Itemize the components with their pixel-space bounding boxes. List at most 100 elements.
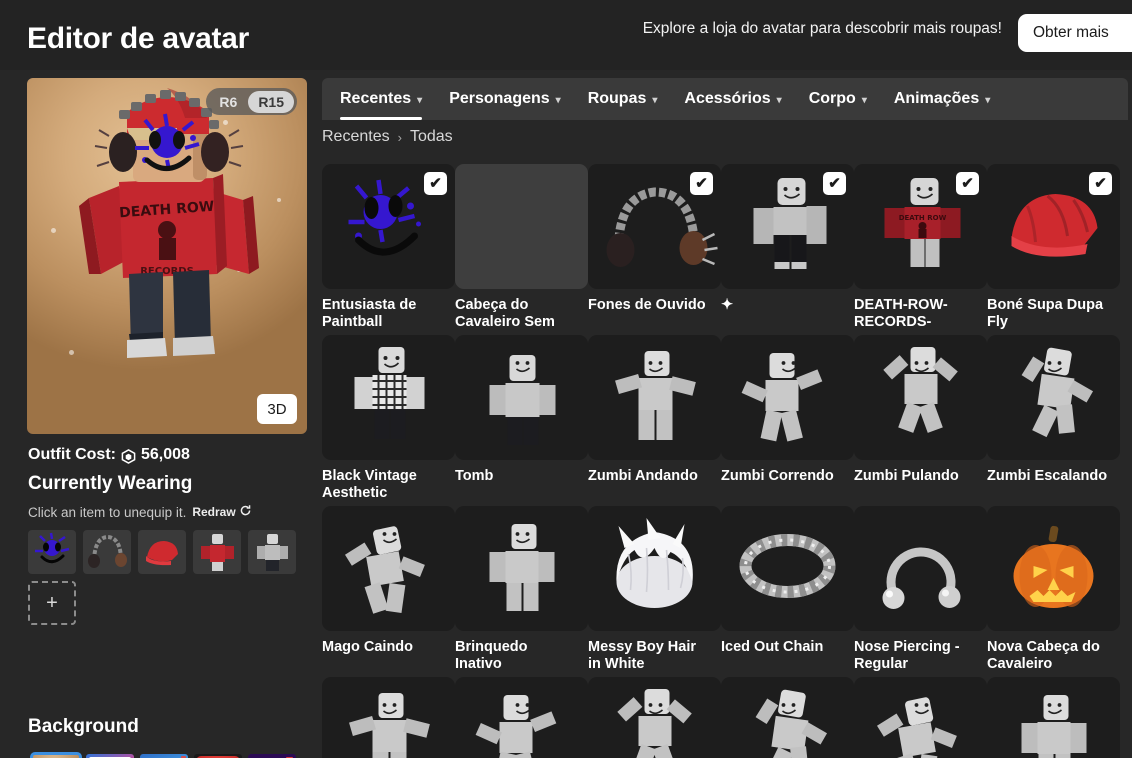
- catalog-item-card[interactable]: [588, 677, 721, 758]
- page-header: Editor de avatar Explore a loja do avata…: [0, 0, 1132, 70]
- tab-label: Personagens: [449, 90, 550, 107]
- catalog-item-label: Zumbi Pulando: [854, 468, 959, 484]
- redraw-button[interactable]: Redraw: [192, 504, 251, 520]
- worn-item-chain-headphones[interactable]: [83, 530, 131, 574]
- get-more-button[interactable]: Obter mais: [1018, 14, 1132, 52]
- catalog-item-card[interactable]: [455, 677, 588, 758]
- catalog-item-thumbnail[interactable]: [455, 164, 588, 289]
- tab-personagens[interactable]: Personagens ▾: [449, 78, 561, 120]
- breadcrumb-current[interactable]: Todas: [410, 128, 453, 146]
- catalog-item-card[interactable]: DEATH ROW ✔ DEATH-ROW-RECORDS-: [854, 164, 987, 335]
- catalog-item-card[interactable]: Cabeça do Cavaleiro Sem: [455, 164, 588, 335]
- tab-corpo[interactable]: Corpo ▾: [809, 78, 867, 120]
- outfit-cost-label: Outfit Cost:: [28, 446, 116, 463]
- background-carousel: ‹: [10, 750, 310, 758]
- avatar-editor-page: Editor de avatar Explore a loja do avata…: [0, 0, 1132, 758]
- catalog-item-card[interactable]: [987, 677, 1120, 758]
- catalog-item-card[interactable]: [322, 677, 455, 758]
- catalog-item-thumbnail[interactable]: [455, 677, 588, 758]
- worn-item-grey-torso[interactable]: [248, 530, 296, 574]
- catalog-item-thumbnail[interactable]: [322, 335, 455, 460]
- catalog-item-thumbnail[interactable]: [987, 335, 1120, 460]
- catalog-item-card[interactable]: Nova Cabeça do Cavaleiro: [987, 506, 1120, 677]
- equipped-check-icon[interactable]: ✔: [424, 172, 447, 195]
- catalog-item-card[interactable]: ✔ ✦: [721, 164, 854, 335]
- background-thumb-red[interactable]: [194, 754, 242, 758]
- catalog-item-card[interactable]: ✔ Entusiasta de Paintball: [322, 164, 455, 335]
- catalog-item-label: Entusiasta de Paintball: [322, 297, 417, 331]
- background-thumb-blue[interactable]: [140, 754, 188, 758]
- breadcrumb-root[interactable]: Recentes: [322, 128, 390, 146]
- catalog-item-label: Zumbi Escalando: [987, 468, 1108, 484]
- background-thumb-tan[interactable]: [30, 752, 82, 758]
- catalog-item-thumbnail[interactable]: [721, 506, 854, 631]
- promo-text: Explore a loja do avatar para descobrir …: [642, 20, 1002, 37]
- view-3d-button[interactable]: 3D: [257, 394, 297, 424]
- catalog-item-thumbnail[interactable]: ✔: [987, 164, 1120, 289]
- currently-wearing-grid: +: [28, 530, 310, 625]
- rig-type-toggle[interactable]: R6 R15: [206, 88, 297, 115]
- tab-label: Roupas: [587, 90, 647, 107]
- catalog-item-card[interactable]: Zumbi Pulando: [854, 335, 987, 506]
- catalog-panel: Recentes ▾ Personagens ▾ Roupas ▾ Acessó…: [318, 70, 1132, 758]
- catalog-item-thumbnail[interactable]: [854, 335, 987, 460]
- catalog-item-thumbnail[interactable]: [588, 677, 721, 758]
- catalog-item-card[interactable]: Zumbi Escalando: [987, 335, 1120, 506]
- catalog-item-card[interactable]: Zumbi Correndo: [721, 335, 854, 506]
- tab-label: Animações: [893, 90, 980, 107]
- catalog-item-card[interactable]: Mago Caindo: [322, 506, 455, 677]
- catalog-item-thumbnail[interactable]: ✔: [588, 164, 721, 289]
- breadcrumb-separator: ›: [397, 129, 402, 145]
- breadcrumb: Recentes › Todas: [322, 128, 453, 146]
- tab-recentes[interactable]: Recentes ▾: [340, 78, 423, 120]
- equipped-check-icon[interactable]: ✔: [690, 172, 713, 195]
- catalog-item-thumbnail[interactable]: [322, 677, 455, 758]
- catalog-item-thumbnail[interactable]: [455, 506, 588, 631]
- catalog-item-card[interactable]: ✔ Boné Supa Dupa Fly: [987, 164, 1120, 335]
- avatar-preview[interactable]: DEATH ROW RECORDS R6 R15 3D: [27, 78, 307, 434]
- catalog-item-card[interactable]: [721, 677, 854, 758]
- add-item-button[interactable]: +: [28, 581, 76, 625]
- catalog-item-card[interactable]: ✔ Fones de Ouvido: [588, 164, 721, 335]
- catalog-item-card[interactable]: [854, 677, 987, 758]
- catalog-item-card[interactable]: Nose Piercing - Regular: [854, 506, 987, 677]
- robux-icon: [121, 448, 136, 464]
- catalog-item-card[interactable]: Tomb: [455, 335, 588, 506]
- catalog-item-thumbnail[interactable]: [721, 677, 854, 758]
- tab-acessorios[interactable]: Acessórios ▾: [684, 78, 781, 120]
- catalog-item-card[interactable]: Brinquedo Inativo: [455, 506, 588, 677]
- catalog-item-card[interactable]: Black Vintage Aesthetic: [322, 335, 455, 506]
- worn-item-red-cap[interactable]: [138, 530, 186, 574]
- tab-roupas[interactable]: Roupas ▾: [588, 78, 658, 120]
- background-thumb-purple[interactable]: [248, 754, 296, 758]
- equipped-check-icon[interactable]: ✔: [1089, 172, 1112, 195]
- catalog-item-thumbnail[interactable]: [987, 506, 1120, 631]
- catalog-item-thumbnail[interactable]: [588, 335, 721, 460]
- worn-item-death-row-shirt[interactable]: [193, 530, 241, 574]
- catalog-item-card[interactable]: Messy Boy Hair in White: [588, 506, 721, 677]
- rig-option-r15[interactable]: R15: [248, 90, 294, 113]
- catalog-item-label: Boné Supa Dupa Fly: [987, 297, 1104, 331]
- catalog-item-card[interactable]: Zumbi Andando: [588, 335, 721, 506]
- worn-item-paintball-face[interactable]: [28, 530, 76, 574]
- catalog-item-thumbnail[interactable]: ✔: [721, 164, 854, 289]
- equipped-check-icon[interactable]: ✔: [956, 172, 979, 195]
- catalog-item-thumbnail[interactable]: [987, 677, 1120, 758]
- chevron-down-icon: ▾: [985, 94, 991, 106]
- catalog-item-thumbnail[interactable]: [854, 677, 987, 758]
- chevron-down-icon: ▾: [555, 94, 561, 106]
- background-thumb-white[interactable]: [86, 754, 134, 758]
- catalog-item-thumbnail[interactable]: ✔: [322, 164, 455, 289]
- catalog-item-card[interactable]: Iced Out Chain: [721, 506, 854, 677]
- catalog-item-thumbnail[interactable]: DEATH ROW ✔: [854, 164, 987, 289]
- tab-animacoes[interactable]: Animações ▾: [894, 78, 990, 120]
- catalog-item-thumbnail[interactable]: [854, 506, 987, 631]
- chevron-down-icon: ▾: [652, 94, 658, 106]
- outfit-cost-value: 56,008: [140, 446, 190, 463]
- catalog-item-thumbnail[interactable]: [721, 335, 854, 460]
- catalog-item-thumbnail[interactable]: [322, 506, 455, 631]
- equipped-check-icon[interactable]: ✔: [823, 172, 846, 195]
- rig-option-r6[interactable]: R6: [209, 91, 247, 113]
- catalog-item-thumbnail[interactable]: [455, 335, 588, 460]
- catalog-item-thumbnail[interactable]: [588, 506, 721, 631]
